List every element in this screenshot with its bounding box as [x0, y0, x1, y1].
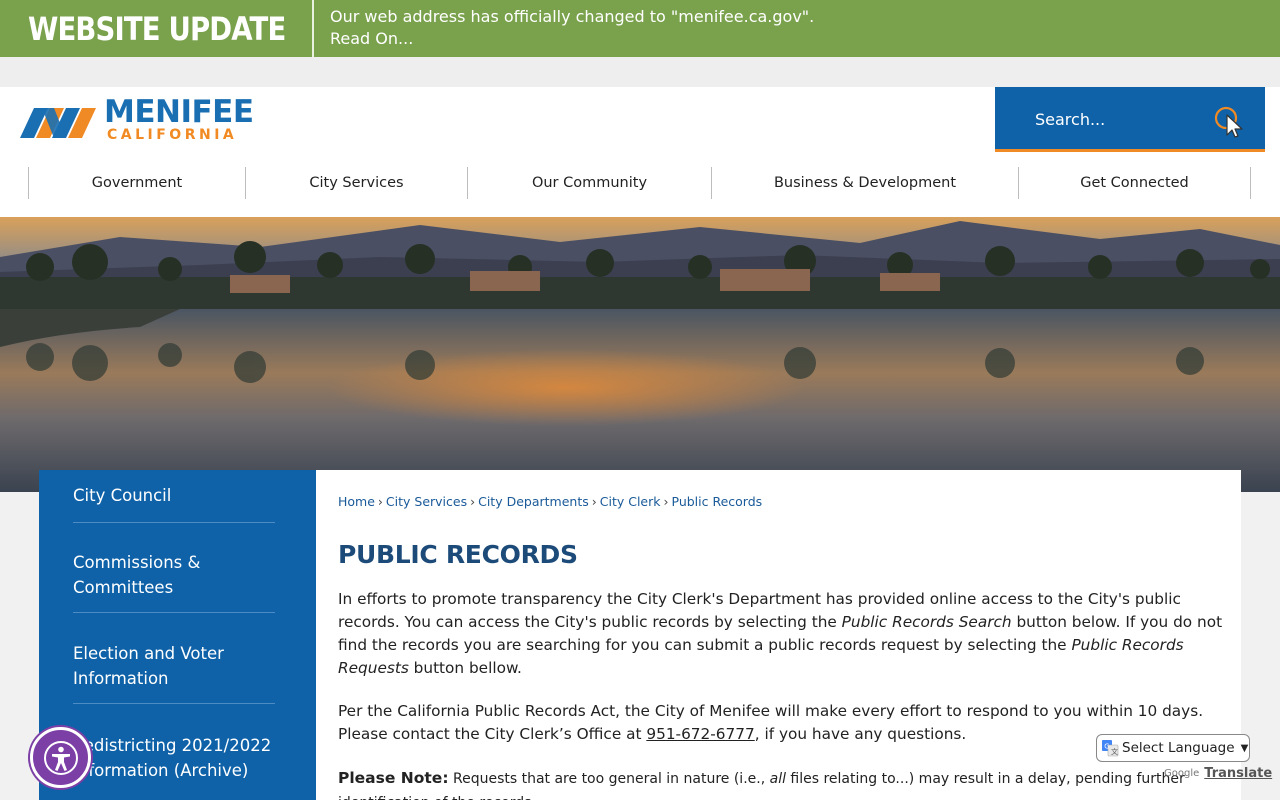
menifee-logo[interactable]: MENIFEE CALIFORNIA — [20, 97, 254, 143]
sidebar-item-election[interactable]: Election and Voter Information — [73, 613, 275, 704]
accessibility-button[interactable] — [30, 727, 91, 788]
logo-wordmark: MENIFEE CALIFORNIA — [104, 94, 254, 144]
response-text: , if you have any questions. — [754, 725, 967, 743]
alert-read-on-link[interactable]: Read On... — [330, 28, 814, 50]
search-cursor-icon — [1214, 106, 1243, 138]
menifee-m-logo-icon — [20, 108, 96, 138]
breadcrumb-public-records[interactable]: Public Records — [672, 494, 763, 509]
nav-government[interactable]: Government — [28, 167, 245, 199]
note-text: all — [769, 771, 786, 787]
breadcrumb-separator: › — [377, 494, 383, 509]
alert-message: Our web address has officially changed t… — [330, 7, 815, 26]
breadcrumb-home[interactable]: Home — [338, 494, 375, 509]
response-paragraph: Per the California Public Records Act, t… — [338, 700, 1223, 746]
breadcrumb-separator: › — [663, 494, 669, 509]
nav-get-connected[interactable]: Get Connected — [1018, 167, 1251, 199]
breadcrumb-separator: › — [470, 494, 476, 509]
alert-title: WEBSITE UPDATE — [28, 9, 286, 48]
breadcrumb-city-services[interactable]: City Services — [386, 494, 467, 509]
note-text: Requests that are too general in nature … — [448, 771, 770, 787]
breadcrumb: Home › City Services › City Departments › City… — [338, 494, 762, 509]
svg-text:G: G — [1104, 743, 1109, 751]
alert-message-block: Our web address has officially changed t… — [314, 0, 814, 57]
breadcrumb-separator: › — [591, 494, 597, 509]
sidebar-item-city-council[interactable]: City Council — [73, 470, 275, 523]
svg-text:文: 文 — [1111, 747, 1118, 756]
google-translate-icon: G 文 — [1102, 740, 1119, 757]
clerk-phone-link[interactable]: 951-672-6777 — [646, 725, 754, 743]
breadcrumb-city-clerk[interactable]: City Clerk — [600, 494, 661, 509]
page-title: PUBLIC RECORDS — [338, 540, 578, 569]
logo-main-text: MENIFEE — [104, 94, 254, 130]
intro-text: button bellow. — [408, 659, 522, 677]
note-label: Please Note: — [338, 769, 449, 787]
search-button[interactable] — [1213, 105, 1247, 139]
powered-by-google-translate: Google Translate — [1164, 766, 1272, 781]
lake-sunset-banner-image — [0, 217, 1280, 492]
website-update-alert: WEBSITE UPDATE Our web address has offic… — [0, 0, 1280, 57]
search-input[interactable] — [1017, 103, 1207, 135]
alert-heading-block: WEBSITE UPDATE — [0, 0, 314, 57]
translate-link[interactable]: Translate — [1204, 766, 1272, 781]
chevron-down-icon: ▼ — [1240, 742, 1249, 754]
alert-spacer — [0, 57, 1280, 87]
google-logo: Google — [1164, 768, 1200, 779]
language-select-label: Select Language — [1122, 740, 1235, 756]
main-navigation: Government City Services Our Community B… — [28, 167, 1251, 199]
nav-business-development[interactable]: Business & Development — [711, 167, 1018, 199]
note-paragraph: Please Note: Requests that are too gener… — [338, 767, 1223, 800]
breadcrumb-city-departments[interactable]: City Departments — [478, 494, 589, 509]
language-select[interactable]: G 文 Select Language ▼ — [1096, 734, 1250, 762]
search-box — [995, 87, 1265, 152]
sidebar-item-commissions[interactable]: Commissions & Committees — [73, 523, 275, 613]
public-records-search-ref: Public Records Search — [841, 613, 1012, 631]
nav-our-community[interactable]: Our Community — [467, 167, 711, 199]
sidebar-item-redistricting[interactable]: Redistricting 2021/2022 Information (Arc… — [73, 704, 275, 795]
logo-sub-text: CALIFORNIA — [107, 127, 238, 143]
site-header: MENIFEE CALIFORNIA Government City Servi… — [0, 87, 1280, 217]
nav-city-services[interactable]: City Services — [245, 167, 467, 199]
accessibility-icon — [43, 740, 78, 775]
intro-paragraph: In efforts to promote transparency the C… — [338, 588, 1223, 680]
